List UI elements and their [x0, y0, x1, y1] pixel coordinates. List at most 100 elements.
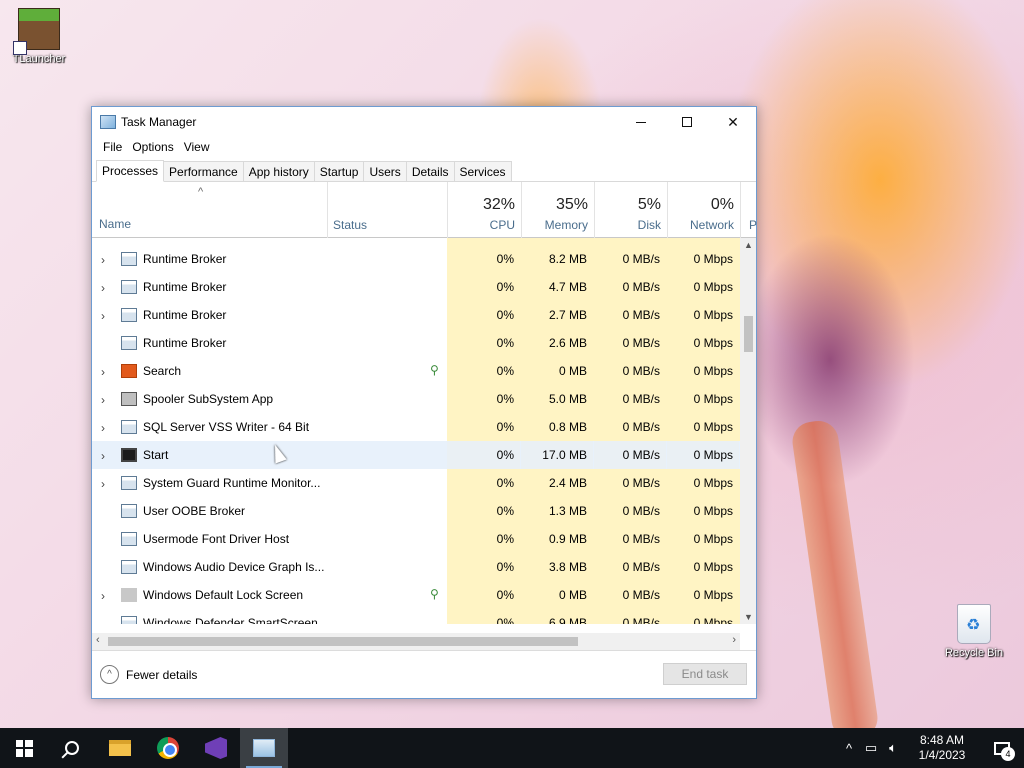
process-name: Usermode Font Driver Host [143, 532, 290, 546]
process-row[interactable]: Runtime Broker 0% 2.6 MB 0 MB/s 0 Mbps [92, 329, 740, 357]
minimize-button[interactable] [618, 107, 664, 137]
scroll-up-icon[interactable]: ▲ [744, 240, 753, 250]
scroll-down-icon[interactable]: ▼ [744, 612, 753, 622]
column-cpu[interactable]: 32% CPU [447, 182, 521, 238]
taskbar-chrome[interactable] [144, 728, 192, 768]
process-row[interactable]: › Runtime Broker 0% 2.7 MB 0 MB/s 0 Mbps [92, 301, 740, 329]
chevron-right-icon[interactable]: › [101, 393, 111, 407]
chrome-icon [157, 737, 179, 759]
network-cell: 0 Mbps [667, 553, 739, 581]
disk-cell: 0 MB/s [594, 525, 666, 553]
process-row[interactable]: › Search ⚲ 0% 0 MB 0 MB/s 0 Mbps [92, 357, 740, 385]
process-row[interactable]: › SQL Server VSS Writer - 64 Bit 0% 0.8 MB 0… [92, 413, 740, 441]
memory-cell: 2.7 MB [521, 301, 593, 329]
column-power[interactable]: P [740, 182, 757, 238]
process-row[interactable]: › System Guard Runtime Monitor... 0% 2.4 MB… [92, 469, 740, 497]
network-cell: 0 Mbps [667, 245, 739, 273]
end-task-button[interactable]: End task [663, 663, 747, 685]
cpu-cell: 0% [447, 553, 520, 581]
menu-view[interactable]: View [179, 140, 215, 154]
process-row[interactable]: › Runtime Broker 0% 8.2 MB 0 MB/s 0 Mbps [92, 245, 740, 273]
column-disk[interactable]: 5% Disk [594, 182, 667, 238]
taskbar-file-explorer[interactable] [96, 728, 144, 768]
tab-users[interactable]: Users [363, 161, 407, 181]
process-row[interactable]: Usermode Font Driver Host 0% 0.9 MB 0 MB/s 0… [92, 525, 740, 553]
process-row[interactable]: › Start 0% 17.0 MB 0 MB/s 0 Mbps [92, 441, 740, 469]
vertical-scroll-thumb[interactable] [744, 316, 753, 352]
tab-details[interactable]: Details [405, 161, 455, 181]
chevron-right-icon[interactable]: › [101, 421, 111, 435]
column-memory[interactable]: 35% Memory [521, 182, 594, 238]
start-button[interactable] [0, 728, 48, 768]
network-icon[interactable]: ▭ [860, 740, 882, 756]
process-row[interactable]: › Windows Default Lock Screen ⚲ 0% 0 MB 0 MB/… [92, 581, 740, 609]
chevron-right-icon[interactable]: › [101, 477, 111, 491]
title-bar[interactable]: Task Manager ✕ [92, 107, 756, 137]
column-status-header[interactable]: Status [327, 182, 447, 238]
process-rows: › Runtime Broker 0% 8.2 MB 0 MB/s 0 Mbps › Runt… [92, 245, 740, 624]
tab-app-history[interactable]: App history [242, 161, 315, 181]
chevron-right-icon[interactable]: › [101, 589, 111, 603]
memory-cell: 0 MB [521, 357, 593, 385]
process-row[interactable]: › Runtime Broker 0% 4.7 MB 0 MB/s 0 Mbps [92, 273, 740, 301]
network-cell: 0 Mbps [667, 413, 739, 441]
taskbar-search-button[interactable] [48, 728, 96, 768]
chevron-right-icon[interactable]: › [101, 309, 111, 323]
process-row[interactable]: User OOBE Broker 0% 1.3 MB 0 MB/s 0 Mbps [92, 497, 740, 525]
desktop-icon-recycle-bin[interactable]: ♻ Recycle Bin [938, 604, 1010, 659]
taskbar-task-manager[interactable] [240, 728, 288, 768]
close-button[interactable]: ✕ [710, 107, 756, 137]
vertical-scrollbar[interactable]: ▲ ▼ [740, 238, 756, 624]
chevron-up-icon[interactable]: ^ [100, 665, 119, 684]
process-name: Windows Defender SmartScreen [143, 616, 318, 624]
desktop-icon-label: Recycle Bin [944, 647, 1004, 659]
menu-options[interactable]: Options [127, 140, 178, 154]
tab-startup[interactable]: Startup [313, 161, 365, 181]
process-name: Search [143, 364, 182, 378]
network-cell: 0 Mbps [667, 441, 739, 469]
menu-file[interactable]: File [98, 140, 127, 154]
process-row[interactable]: Windows Defender SmartScreen 0% 6.9 MB 0 MB… [92, 609, 740, 624]
notifications-button[interactable]: 4 [980, 728, 1024, 768]
cpu-cell: 0% [447, 357, 520, 385]
maximize-button[interactable] [664, 107, 710, 137]
network-percent: 0% [710, 196, 734, 213]
chevron-right-icon[interactable]: › [101, 365, 111, 379]
process-name: Windows Audio Device Graph Is... [143, 560, 325, 574]
memory-cell: 4.7 MB [521, 273, 593, 301]
fewer-details-link[interactable]: Fewer details [126, 668, 197, 682]
chevron-up-icon[interactable]: ^ [838, 741, 860, 756]
scroll-left-icon[interactable]: ‹ [96, 634, 100, 646]
taskbar-visual-studio[interactable] [192, 728, 240, 768]
tab-services[interactable]: Services [453, 161, 512, 181]
disk-cell: 0 MB/s [594, 273, 666, 301]
process-name: Runtime Broker [143, 336, 227, 350]
column-name[interactable]: Name [99, 217, 131, 231]
column-status: Status [333, 218, 368, 232]
chevron-right-icon[interactable]: › [101, 253, 111, 267]
process-name: SQL Server VSS Writer - 64 Bit [143, 420, 310, 434]
clock[interactable]: 8:48 AM 1/4/2023 [904, 733, 980, 763]
chevron-right-icon[interactable]: › [101, 281, 111, 295]
tab-performance[interactable]: Performance [163, 161, 244, 181]
volume-icon[interactable]: 🔈︎ [882, 740, 904, 756]
cpu-cell: 0% [447, 273, 520, 301]
cpu-cell: 0% [447, 301, 520, 329]
horizontal-scrollbar[interactable]: ‹ › [92, 633, 740, 650]
memory-percent: 35% [555, 196, 588, 213]
process-row[interactable]: Windows Audio Device Graph Is... 0% 3.8 MB… [92, 553, 740, 581]
horizontal-scroll-thumb[interactable] [108, 637, 578, 646]
window-title: Task Manager [121, 115, 197, 129]
tab-processes[interactable]: Processes [96, 160, 165, 182]
process-row[interactable]: › Spooler SubSystem App 0% 5.0 MB 0 MB/s 0 Mb… [92, 385, 740, 413]
memory-label: Memory [544, 218, 588, 232]
cpu-cell: 0% [447, 525, 520, 553]
process-name: Spooler SubSystem App [143, 392, 274, 406]
scroll-right-icon[interactable]: › [732, 634, 736, 646]
column-network[interactable]: 0% Network [667, 182, 740, 238]
app-window-icon [121, 616, 137, 624]
chevron-right-icon[interactable]: › [101, 449, 111, 463]
process-name: Runtime Broker [143, 280, 227, 294]
desktop-icon-tlauncher[interactable]: TLauncher [3, 8, 75, 65]
process-name: System Guard Runtime Monitor... [143, 476, 321, 490]
